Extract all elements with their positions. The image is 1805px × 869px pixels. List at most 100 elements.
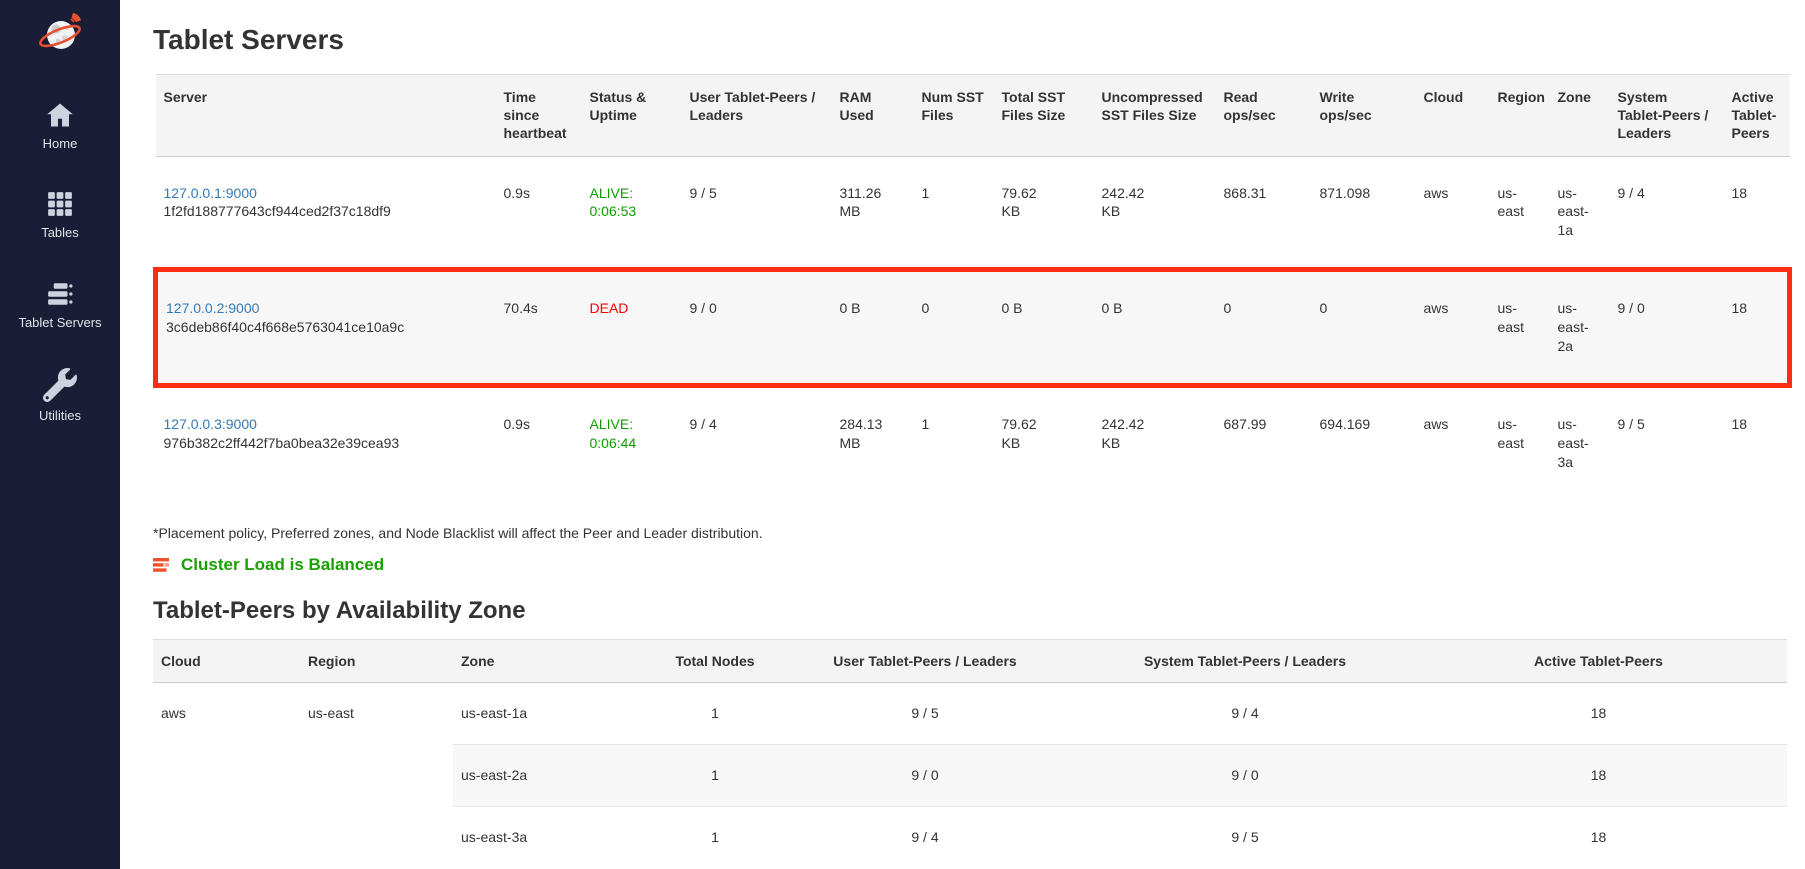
status-label: DEAD xyxy=(590,300,629,316)
cell-status: ALIVE: 0:06:53 xyxy=(582,156,682,270)
cell-write-ops: 694.169 xyxy=(1312,385,1416,498)
cell-server: 127.0.0.1:9000 1f2fd188777643cf944ced2f3… xyxy=(156,156,496,270)
cell-user-peers: 9 / 0 xyxy=(770,744,1080,806)
col-header-status: Status & Uptime xyxy=(582,75,682,157)
cell-zone: us-east-1a xyxy=(453,682,660,744)
cluster-load-status: Cluster Load is Balanced xyxy=(153,555,1805,575)
col-header-system-peers: System Tablet-Peers / Leaders xyxy=(1610,75,1724,157)
cell-user-peers: 9 / 5 xyxy=(770,682,1080,744)
cell-active-peers: 18 xyxy=(1724,270,1790,386)
cell-user-peers: 9 / 4 xyxy=(770,806,1080,867)
cell-total-sst: 79.62 KB xyxy=(994,156,1094,270)
cell-active-peers: 18 xyxy=(1724,385,1790,498)
status-label: ALIVE: xyxy=(590,416,634,432)
col-header-uncompressed-sst: Uncompressed SST Files Size xyxy=(1094,75,1216,157)
status-label: ALIVE: xyxy=(590,185,634,201)
col-header-active-peers: Active Tablet-Peers xyxy=(1724,75,1790,157)
cell-total-nodes: 1 xyxy=(660,806,770,867)
tables-icon xyxy=(45,189,75,219)
cell-write-ops: 871.098 xyxy=(1312,156,1416,270)
sidebar-item-home[interactable]: Home xyxy=(0,100,120,151)
main-content: Tablet Servers Server Time since heartbe… xyxy=(120,0,1805,867)
sidebar-item-label: Home xyxy=(43,137,78,151)
cell-zone: us-east-3a xyxy=(453,806,660,867)
cell-active-peers: 18 xyxy=(1410,744,1787,806)
ram-unit: MB xyxy=(840,202,906,221)
ram-value: 284.13 xyxy=(840,416,883,432)
cell-ram: 311.26 MB xyxy=(832,156,914,270)
cell-uncompressed-sst: 0 B xyxy=(1094,270,1216,386)
total-sst-unit: KB xyxy=(1002,202,1086,221)
cell-server: 127.0.0.2:9000 3c6deb86f40c4f668e5763041… xyxy=(156,270,496,386)
sidebar-item-tablet-servers[interactable]: Tablet Servers xyxy=(0,279,120,330)
cluster-load-text: Cluster Load is Balanced xyxy=(181,555,384,575)
cell-cloud: aws xyxy=(1416,270,1490,386)
cell-uncompressed-sst: 242.42 KB xyxy=(1094,156,1216,270)
sidebar-item-tables[interactable]: Tables xyxy=(0,189,120,240)
uncompressed-unit: KB xyxy=(1102,202,1208,221)
col-header-region: Region xyxy=(300,639,453,682)
load-balance-icon xyxy=(153,558,171,572)
server-row-3: 127.0.0.3:9000 976b382c2ff442f7ba0bea32e… xyxy=(156,385,1790,498)
total-sst-unit: KB xyxy=(1002,434,1086,453)
cell-user-peers: 9 / 4 xyxy=(682,385,832,498)
cell-zone: us-east-2a xyxy=(1550,270,1610,386)
server-row-1: 127.0.0.1:9000 1f2fd188777643cf944ced2f3… xyxy=(156,156,1790,270)
cell-heartbeat: 0.9s xyxy=(496,156,582,270)
cell-write-ops: 0 xyxy=(1312,270,1416,386)
sidebar-item-label: Tablet Servers xyxy=(18,316,101,330)
cell-system-peers: 9 / 0 xyxy=(1610,270,1724,386)
cell-user-peers: 9 / 0 xyxy=(682,270,832,386)
tablet-peers-by-az-table: Cloud Region Zone Total Nodes User Table… xyxy=(153,639,1787,868)
server-uuid: 976b382c2ff442f7ba0bea32e39cea93 xyxy=(164,434,488,453)
cell-read-ops: 0 xyxy=(1216,270,1312,386)
home-icon xyxy=(45,100,75,130)
uncompressed-unit: KB xyxy=(1102,434,1208,453)
server-link[interactable]: 127.0.0.2:9000 xyxy=(166,300,259,316)
sidebar-item-label: Tables xyxy=(41,226,79,240)
total-sst-value: 79.62 xyxy=(1002,416,1037,432)
col-header-write-ops: Write ops/sec xyxy=(1312,75,1416,157)
cell-active-peers: 18 xyxy=(1410,682,1787,744)
total-sst-value: 79.62 xyxy=(1002,185,1037,201)
yugabyte-logo[interactable] xyxy=(34,8,86,60)
col-header-user-peers: User Tablet-Peers / Leaders xyxy=(682,75,832,157)
ram-value: 311.26 xyxy=(840,185,882,201)
server-row-2-dead-highlighted: 127.0.0.2:9000 3c6deb86f40c4f668e5763041… xyxy=(156,270,1790,386)
uptime-value: 0:06:53 xyxy=(590,202,674,221)
cell-zone: us-east-1a xyxy=(1550,156,1610,270)
cell-read-ops: 868.31 xyxy=(1216,156,1312,270)
cell-total-nodes: 1 xyxy=(660,744,770,806)
col-header-zone: Zone xyxy=(453,639,660,682)
cell-system-peers: 9 / 4 xyxy=(1080,682,1410,744)
col-header-cloud: Cloud xyxy=(153,639,300,682)
col-header-active-peers: Active Tablet-Peers xyxy=(1410,639,1787,682)
cell-heartbeat: 0.9s xyxy=(496,385,582,498)
cell-num-sst: 0 xyxy=(914,270,994,386)
col-header-server: Server xyxy=(156,75,496,157)
sidebar-item-utilities[interactable]: Utilities xyxy=(0,368,120,423)
col-header-total-sst: Total SST Files Size xyxy=(994,75,1094,157)
col-header-system-peers: System Tablet-Peers / Leaders xyxy=(1080,639,1410,682)
col-header-heartbeat: Time since heartbeat xyxy=(496,75,582,157)
tablet-servers-table: Server Time since heartbeat Status & Upt… xyxy=(153,74,1792,499)
cell-zone: us-east-2a xyxy=(453,744,660,806)
az-header-row: Cloud Region Zone Total Nodes User Table… xyxy=(153,639,1787,682)
col-header-region: Region xyxy=(1490,75,1550,157)
col-header-read-ops: Read ops/sec xyxy=(1216,75,1312,157)
uncompressed-value: 242.42 xyxy=(1102,185,1145,201)
cell-num-sst: 1 xyxy=(914,385,994,498)
cell-read-ops: 687.99 xyxy=(1216,385,1312,498)
cell-region: us-east xyxy=(1490,385,1550,498)
cell-region: us-east xyxy=(1490,270,1550,386)
server-uuid: 1f2fd188777643cf944ced2f37c18df9 xyxy=(164,202,488,221)
cell-system-peers: 9 / 4 xyxy=(1610,156,1724,270)
server-link[interactable]: 127.0.0.1:9000 xyxy=(164,185,257,201)
cell-status: DEAD xyxy=(582,270,682,386)
cell-heartbeat: 70.4s xyxy=(496,270,582,386)
cell-total-sst: 0 B xyxy=(994,270,1094,386)
col-header-cloud: Cloud xyxy=(1416,75,1490,157)
cell-total-nodes: 1 xyxy=(660,682,770,744)
server-link[interactable]: 127.0.0.3:9000 xyxy=(164,416,257,432)
cell-ram: 0 B xyxy=(832,270,914,386)
